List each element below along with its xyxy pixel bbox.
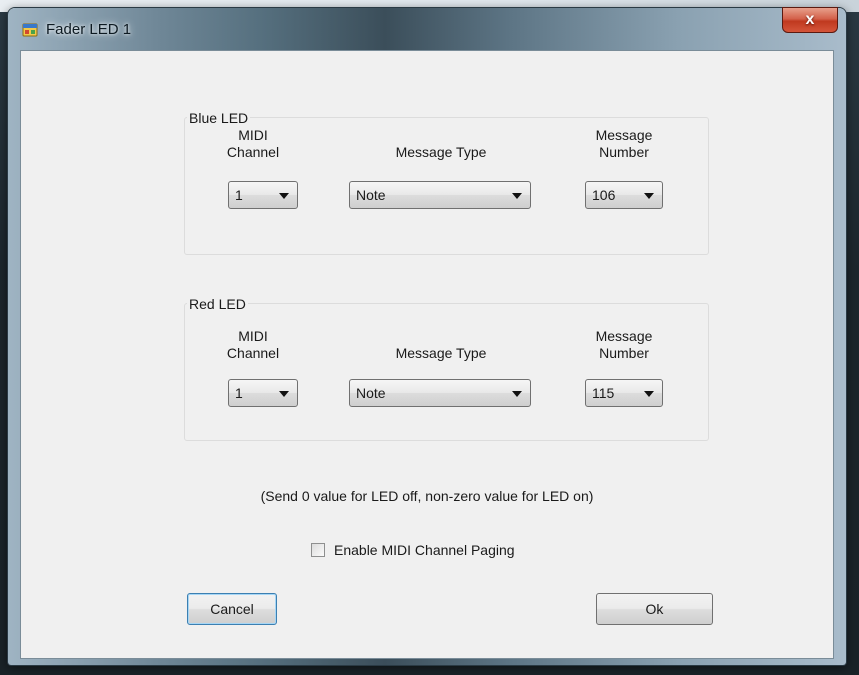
red-led-group: Red LED MIDI Channel Message Type Messag… bbox=[184, 296, 709, 441]
chevron-down-icon bbox=[512, 391, 522, 397]
chevron-down-icon bbox=[279, 193, 289, 199]
blue-message-number-select[interactable]: 106 bbox=[585, 181, 663, 209]
close-button[interactable]: x bbox=[782, 7, 838, 33]
midi-channel-label: MIDI Channel bbox=[226, 328, 280, 361]
window-title: Fader LED 1 bbox=[46, 21, 132, 38]
message-type-label: Message Type bbox=[395, 345, 487, 361]
app-icon bbox=[22, 23, 38, 37]
enable-paging-label[interactable]: Enable MIDI Channel Paging bbox=[334, 542, 515, 558]
group-label: Red LED bbox=[187, 296, 248, 312]
message-number-label: Message Number bbox=[595, 127, 653, 160]
chevron-down-icon bbox=[644, 193, 654, 199]
dialog-body: Blue LED MIDI Channel Message Type Messa… bbox=[20, 50, 834, 659]
red-midi-channel-select[interactable]: 1 bbox=[228, 379, 298, 407]
red-message-type-select[interactable]: Note bbox=[349, 379, 531, 407]
cancel-button[interactable]: Cancel bbox=[187, 593, 277, 625]
led-value-note: (Send 0 value for LED off, non-zero valu… bbox=[260, 488, 594, 504]
ok-button[interactable]: Ok bbox=[596, 593, 713, 625]
blue-message-type-select[interactable]: Note bbox=[349, 181, 531, 209]
dialog-window: Fader LED 1 x Blue LED MIDI Channel Mess… bbox=[8, 7, 846, 665]
midi-channel-label: MIDI Channel bbox=[226, 127, 280, 160]
blue-midi-channel-select[interactable]: 1 bbox=[228, 181, 298, 209]
message-number-label: Message Number bbox=[595, 328, 653, 361]
chevron-down-icon bbox=[512, 193, 522, 199]
chevron-down-icon bbox=[644, 391, 654, 397]
blue-led-group: Blue LED MIDI Channel Message Type Messa… bbox=[184, 110, 709, 255]
title-bar[interactable]: Fader LED 1 x bbox=[8, 7, 846, 50]
red-message-number-select[interactable]: 115 bbox=[585, 379, 663, 407]
chevron-down-icon bbox=[279, 391, 289, 397]
close-icon: x bbox=[805, 11, 815, 28]
enable-paging-checkbox[interactable] bbox=[311, 543, 325, 557]
group-label: Blue LED bbox=[187, 110, 251, 126]
enable-paging-row[interactable]: Enable MIDI Channel Paging bbox=[311, 542, 515, 558]
message-type-label: Message Type bbox=[395, 144, 487, 160]
